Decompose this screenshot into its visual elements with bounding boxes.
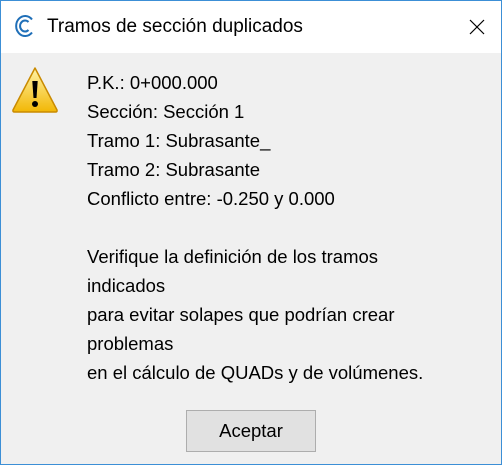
message-line: problemas (87, 333, 174, 354)
segment-1-text: Tramo 1: Subrasante_ (87, 130, 271, 151)
close-button[interactable] (455, 1, 501, 53)
message-line: en el cálculo de QUADs y de volúmenes. (87, 362, 424, 383)
close-icon (469, 19, 485, 35)
app-logo-icon (14, 14, 36, 38)
accept-button[interactable]: Aceptar (186, 410, 316, 452)
window-title: Tramos de sección duplicados (47, 16, 303, 37)
message-line: para evitar solapes que podrían crear (87, 304, 395, 325)
section-text: Sección: Sección 1 (87, 101, 245, 122)
conflict-text: Conflicto entre: -0.250 y 0.000 (87, 188, 335, 209)
message-area: P.K.: 0+000.000 Sección: Sección 1 Tramo… (87, 68, 487, 387)
title-bar[interactable]: Tramos de sección duplicados (1, 1, 501, 53)
segment-2-text: Tramo 2: Subrasante (87, 159, 261, 180)
message-line: indicados (87, 275, 166, 296)
warning-icon (11, 65, 59, 115)
message-line: Verifique la definición de los tramos (87, 246, 379, 267)
dialog-window: Tramos de sección duplicados P.K.: 0+000… (0, 0, 502, 465)
pk-text: P.K.: 0+000.000 (87, 72, 218, 93)
